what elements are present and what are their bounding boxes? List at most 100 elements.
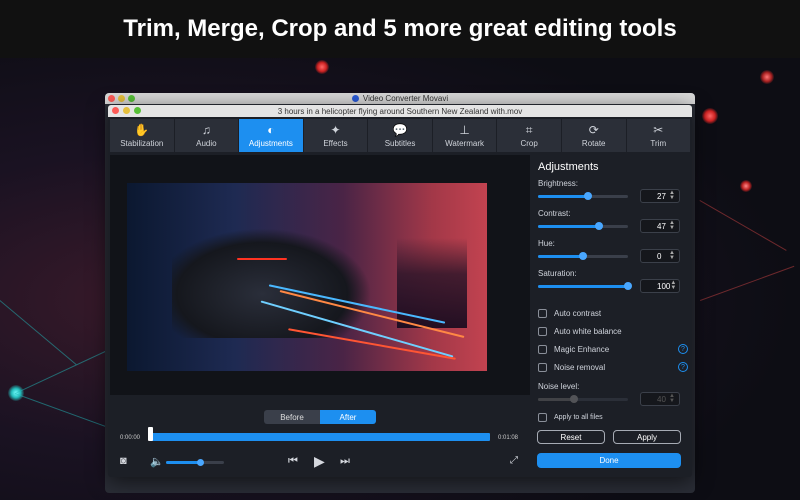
zoom-button[interactable] xyxy=(134,107,141,114)
auto-white-balance-label: Auto white balance xyxy=(554,326,622,336)
reset-button[interactable]: Reset xyxy=(537,430,605,444)
help-icon[interactable]: ? xyxy=(678,344,688,354)
bg-glow xyxy=(740,180,752,192)
timeline-bar[interactable] xyxy=(150,433,490,441)
tab-rotate[interactable]: ⟳ Rotate xyxy=(561,119,626,152)
hue-slider[interactable] xyxy=(538,251,628,260)
stepper-icon[interactable]: ▲ ▼ xyxy=(670,280,676,291)
slider-knob[interactable] xyxy=(624,281,632,290)
brightness-input[interactable]: 27 ▲ ▼ xyxy=(640,189,680,203)
saturation-slider[interactable] xyxy=(538,281,632,290)
tab-label: Adjustments xyxy=(248,138,293,148)
slider-knob[interactable] xyxy=(595,221,604,230)
brightness-label: Brightness: xyxy=(538,179,579,188)
tab-crop[interactable]: ⌗ Crop xyxy=(497,119,561,152)
noise-level-row: 40 ▲ ▼ xyxy=(538,391,688,407)
saturation-value: 100 xyxy=(657,281,671,291)
saturation-row: 100 ▲ ▼ xyxy=(538,278,688,294)
tab-effects[interactable]: ✦ Effects xyxy=(303,119,368,152)
checkbox-box[interactable] xyxy=(538,326,547,336)
bg-line xyxy=(0,300,77,366)
help-icon[interactable]: ? xyxy=(678,362,688,372)
stepper-icon[interactable]: ▲ ▼ xyxy=(669,190,675,201)
playhead-handle[interactable] xyxy=(148,427,153,441)
stepper-icon[interactable]: ▲ ▼ xyxy=(669,220,675,231)
after-button[interactable]: After xyxy=(320,410,376,424)
volume-knob[interactable] xyxy=(197,459,204,466)
bg-line xyxy=(699,200,787,251)
done-button[interactable]: Done xyxy=(537,453,681,468)
tab-adjustments[interactable]: ◐ Adjustments xyxy=(239,119,303,152)
tab-trim[interactable]: ✂ Trim xyxy=(626,119,691,152)
volume-slider[interactable] xyxy=(166,459,224,466)
stepper-icon[interactable]: ▲ ▼ xyxy=(669,250,675,261)
slider-knob[interactable] xyxy=(570,394,578,403)
brightness-slider[interactable] xyxy=(538,191,628,200)
magic-enhance-label: Magic Enhance xyxy=(554,344,610,354)
magic-enhance-checkbox[interactable]: Magic Enhance? xyxy=(538,340,688,358)
tab-label: Subtitles xyxy=(384,138,416,148)
auto-white-balance-checkbox[interactable]: Auto white balance xyxy=(538,322,688,340)
bg-line xyxy=(14,393,119,432)
close-button[interactable] xyxy=(112,107,119,114)
editor-window-title: 3 hours in a helicopter flying around So… xyxy=(277,106,523,116)
app-logo-icon xyxy=(351,95,359,102)
adjustments-title: Adjustments xyxy=(538,161,599,173)
tab-label: Trim xyxy=(650,138,667,148)
camera-icon[interactable]: ◙ xyxy=(120,455,127,467)
hue-label: Hue: xyxy=(538,239,555,248)
checkbox-box[interactable] xyxy=(538,308,547,318)
hue-value: 0 xyxy=(657,251,662,261)
apply-button[interactable]: Apply xyxy=(613,430,681,444)
contrast-input[interactable]: 47 ▲ ▼ xyxy=(640,219,680,233)
checkbox-box[interactable] xyxy=(538,413,547,422)
zoom-button[interactable] xyxy=(128,95,135,102)
auto-contrast-checkbox[interactable]: Auto contrast xyxy=(538,304,688,322)
tab-label: Audio xyxy=(196,138,217,148)
scissors-icon: ✂ xyxy=(653,122,664,137)
light-streak xyxy=(237,258,287,260)
slider-knob[interactable] xyxy=(583,191,592,200)
slider-knob[interactable] xyxy=(579,251,587,260)
bg-glow xyxy=(760,70,774,84)
tab-label: Rotate xyxy=(581,138,606,148)
contrast-value: 47 xyxy=(657,221,666,231)
checkbox-box[interactable] xyxy=(538,344,547,354)
saturation-label: Saturation: xyxy=(538,269,577,278)
fullscreen-icon[interactable]: ⤢ xyxy=(510,455,518,466)
previous-frame-icon[interactable]: ⏮ xyxy=(288,455,298,468)
tab-label: Crop xyxy=(520,138,538,148)
before-button[interactable]: Before xyxy=(264,410,320,424)
stepper-icon: ▲ ▼ xyxy=(669,393,675,404)
bg-glow xyxy=(315,60,329,74)
contrast-slider[interactable] xyxy=(538,221,628,230)
tab-stabilization[interactable]: ✋ Stabilization xyxy=(110,119,174,152)
tab-subtitles[interactable]: 💬 Subtitles xyxy=(368,119,432,152)
close-button[interactable] xyxy=(108,95,115,102)
hue-input[interactable]: 0 ▲ ▼ xyxy=(640,249,680,263)
minimize-button[interactable] xyxy=(123,107,130,114)
video-frame xyxy=(127,183,487,371)
apply-to-all-checkbox[interactable]: Apply to all files xyxy=(538,413,603,422)
apply-to-all-label: Apply to all files xyxy=(554,414,603,421)
rotate-icon: ⟳ xyxy=(588,122,599,137)
before-after-toggle: Before After xyxy=(264,410,376,424)
stamp-icon: ⊥ xyxy=(459,122,470,137)
bg-line xyxy=(700,265,795,301)
saturation-input[interactable]: 100 ▲ ▼ xyxy=(640,279,680,293)
headline: Trim, Merge, Crop and 5 more great editi… xyxy=(0,0,800,58)
brightness-value: 27 xyxy=(657,191,666,201)
tab-audio[interactable]: ♫ Audio xyxy=(174,119,239,152)
contrast-row: 47 ▲ ▼ xyxy=(538,218,688,234)
checkbox-box[interactable] xyxy=(538,362,547,372)
play-icon[interactable]: ▶ xyxy=(314,453,325,470)
contrast-label: Contrast: xyxy=(538,209,571,218)
next-frame-icon[interactable]: ⏭ xyxy=(340,455,350,468)
outer-window-title: Video Converter Movavi xyxy=(362,94,449,103)
minimize-button[interactable] xyxy=(118,95,125,102)
noise-removal-checkbox[interactable]: Noise removal? xyxy=(538,358,688,376)
tab-watermark[interactable]: ⊥ Watermark xyxy=(432,119,497,152)
editor-window: 3 hours in a helicopter flying around So… xyxy=(108,105,692,477)
noise-level-slider[interactable] xyxy=(538,394,628,403)
volume-icon[interactable]: 🔈 xyxy=(150,455,164,468)
